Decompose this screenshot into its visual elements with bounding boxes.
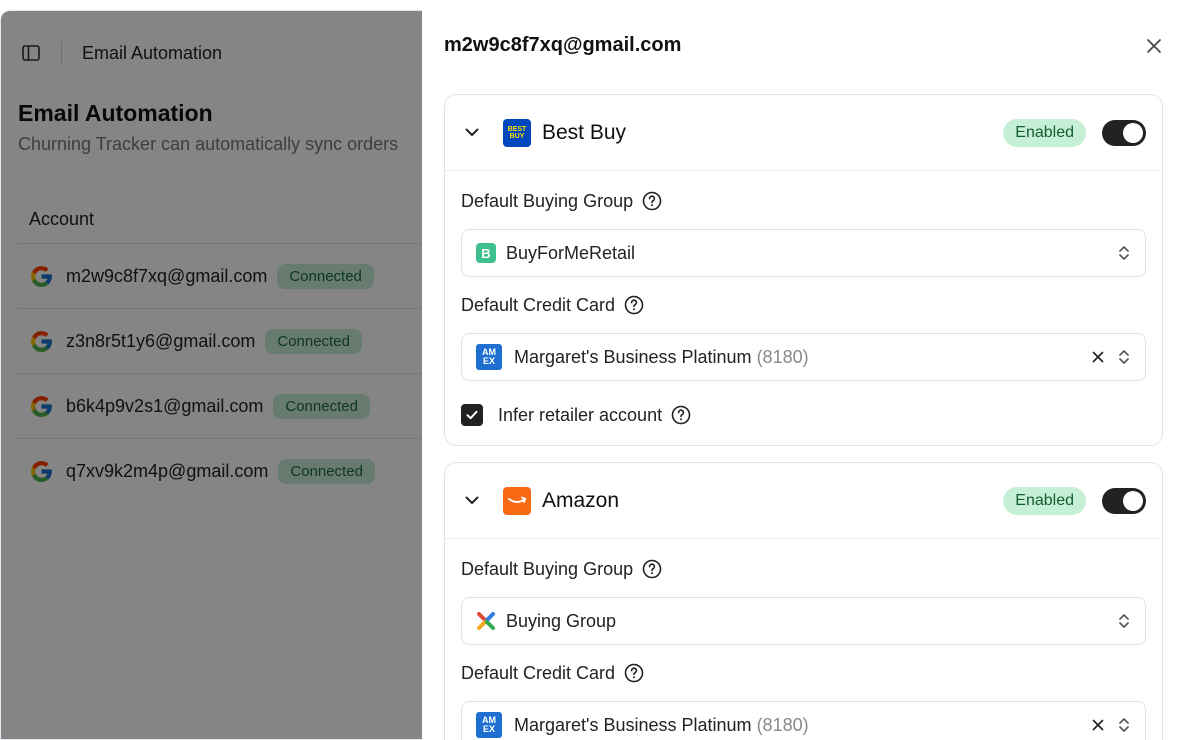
svg-text:B: B [481, 246, 490, 261]
retailer-card-body: Default Buying Group B BuyForMeRetail De… [445, 173, 1162, 449]
account-settings-sheet: m2w9c8f7xq@gmail.com BEST BUY Best Buy E… [422, 10, 1190, 740]
collapse-button[interactable] [461, 490, 483, 512]
status-badge: Enabled [1003, 118, 1086, 147]
best-buy-logo-icon: BEST BUY [503, 118, 531, 147]
credit-card-last4: (8180) [756, 346, 809, 367]
retailer-card-amazon: Amazon Enabled Default Buying Group Buyi… [444, 462, 1163, 740]
selector-icon [1117, 612, 1131, 630]
credit-card-last4: (8180) [756, 714, 809, 735]
status-badge: Enabled [1003, 486, 1086, 515]
clear-button[interactable] [1089, 716, 1107, 734]
retailer-card-header: BEST BUY Best Buy Enabled [445, 95, 1162, 171]
infer-account-label: Infer retailer account [498, 404, 663, 425]
buying-group-label: Default Buying Group [461, 173, 1146, 229]
credit-card-select[interactable]: AM EX Margaret's Business Platinum (8180) [461, 333, 1146, 381]
amex-card-icon: AM EX [476, 344, 502, 370]
infer-account-row: Infer retailer account [461, 381, 1146, 449]
select-value: BuyForMeRetail [506, 242, 636, 263]
field-label-text: Default Buying Group [461, 558, 634, 579]
buying-group-logo-icon [476, 611, 496, 631]
selector-icon [1117, 244, 1131, 262]
amazon-logo-icon [503, 486, 531, 515]
credit-card-label: Default Credit Card [461, 645, 1146, 701]
chevron-down-icon [465, 496, 479, 504]
sheet-title: m2w9c8f7xq@gmail.com [444, 34, 682, 56]
select-value: Buying Group [506, 610, 617, 631]
help-icon[interactable] [671, 405, 691, 425]
buying-group-select[interactable]: B BuyForMeRetail [461, 229, 1146, 277]
close-icon [1147, 39, 1161, 53]
retailer-card-best-buy: BEST BUY Best Buy Enabled Default Buying… [444, 94, 1163, 446]
credit-card-select[interactable]: AM EX Margaret's Business Platinum (8180) [461, 701, 1146, 740]
clear-icon [1092, 351, 1104, 363]
credit-card-name: Margaret's Business Platinum [514, 346, 752, 367]
select-value: Margaret's Business Platinum (8180) [514, 347, 1089, 368]
buyformeretail-logo-icon: B [476, 243, 496, 263]
retailer-card-body: Default Buying Group Buying Group Defaul… [445, 541, 1162, 740]
field-label-text: Default Credit Card [461, 294, 616, 315]
buying-group-select[interactable]: Buying Group [461, 597, 1146, 645]
help-icon[interactable] [642, 191, 662, 211]
best-buy-logo-text: BEST BUY [507, 125, 527, 140]
enable-toggle[interactable] [1102, 119, 1146, 146]
check-icon [466, 410, 478, 420]
selector-icon [1117, 348, 1131, 366]
select-value: Margaret's Business Platinum (8180) [514, 715, 1089, 736]
help-icon[interactable] [642, 559, 662, 579]
selector-icon [1117, 716, 1131, 734]
field-label-text: Default Credit Card [461, 662, 616, 683]
field-label-text: Default Buying Group [461, 190, 634, 211]
chevron-down-icon [465, 128, 479, 136]
infer-account-checkbox[interactable] [461, 404, 483, 426]
credit-card-label: Default Credit Card [461, 277, 1146, 333]
credit-card-name: Margaret's Business Platinum [514, 714, 752, 735]
retailer-name: Best Buy [542, 120, 627, 144]
retailer-card-header: Amazon Enabled [445, 463, 1162, 539]
buying-group-label: Default Buying Group [461, 541, 1146, 597]
clear-button[interactable] [1089, 348, 1107, 366]
collapse-button[interactable] [461, 122, 483, 144]
help-icon[interactable] [624, 295, 644, 315]
retailer-name: Amazon [542, 488, 620, 512]
clear-icon [1092, 719, 1104, 731]
help-icon[interactable] [624, 663, 644, 683]
enable-toggle[interactable] [1102, 487, 1146, 514]
amex-card-icon: AM EX [476, 712, 502, 738]
close-button[interactable] [1138, 30, 1170, 62]
